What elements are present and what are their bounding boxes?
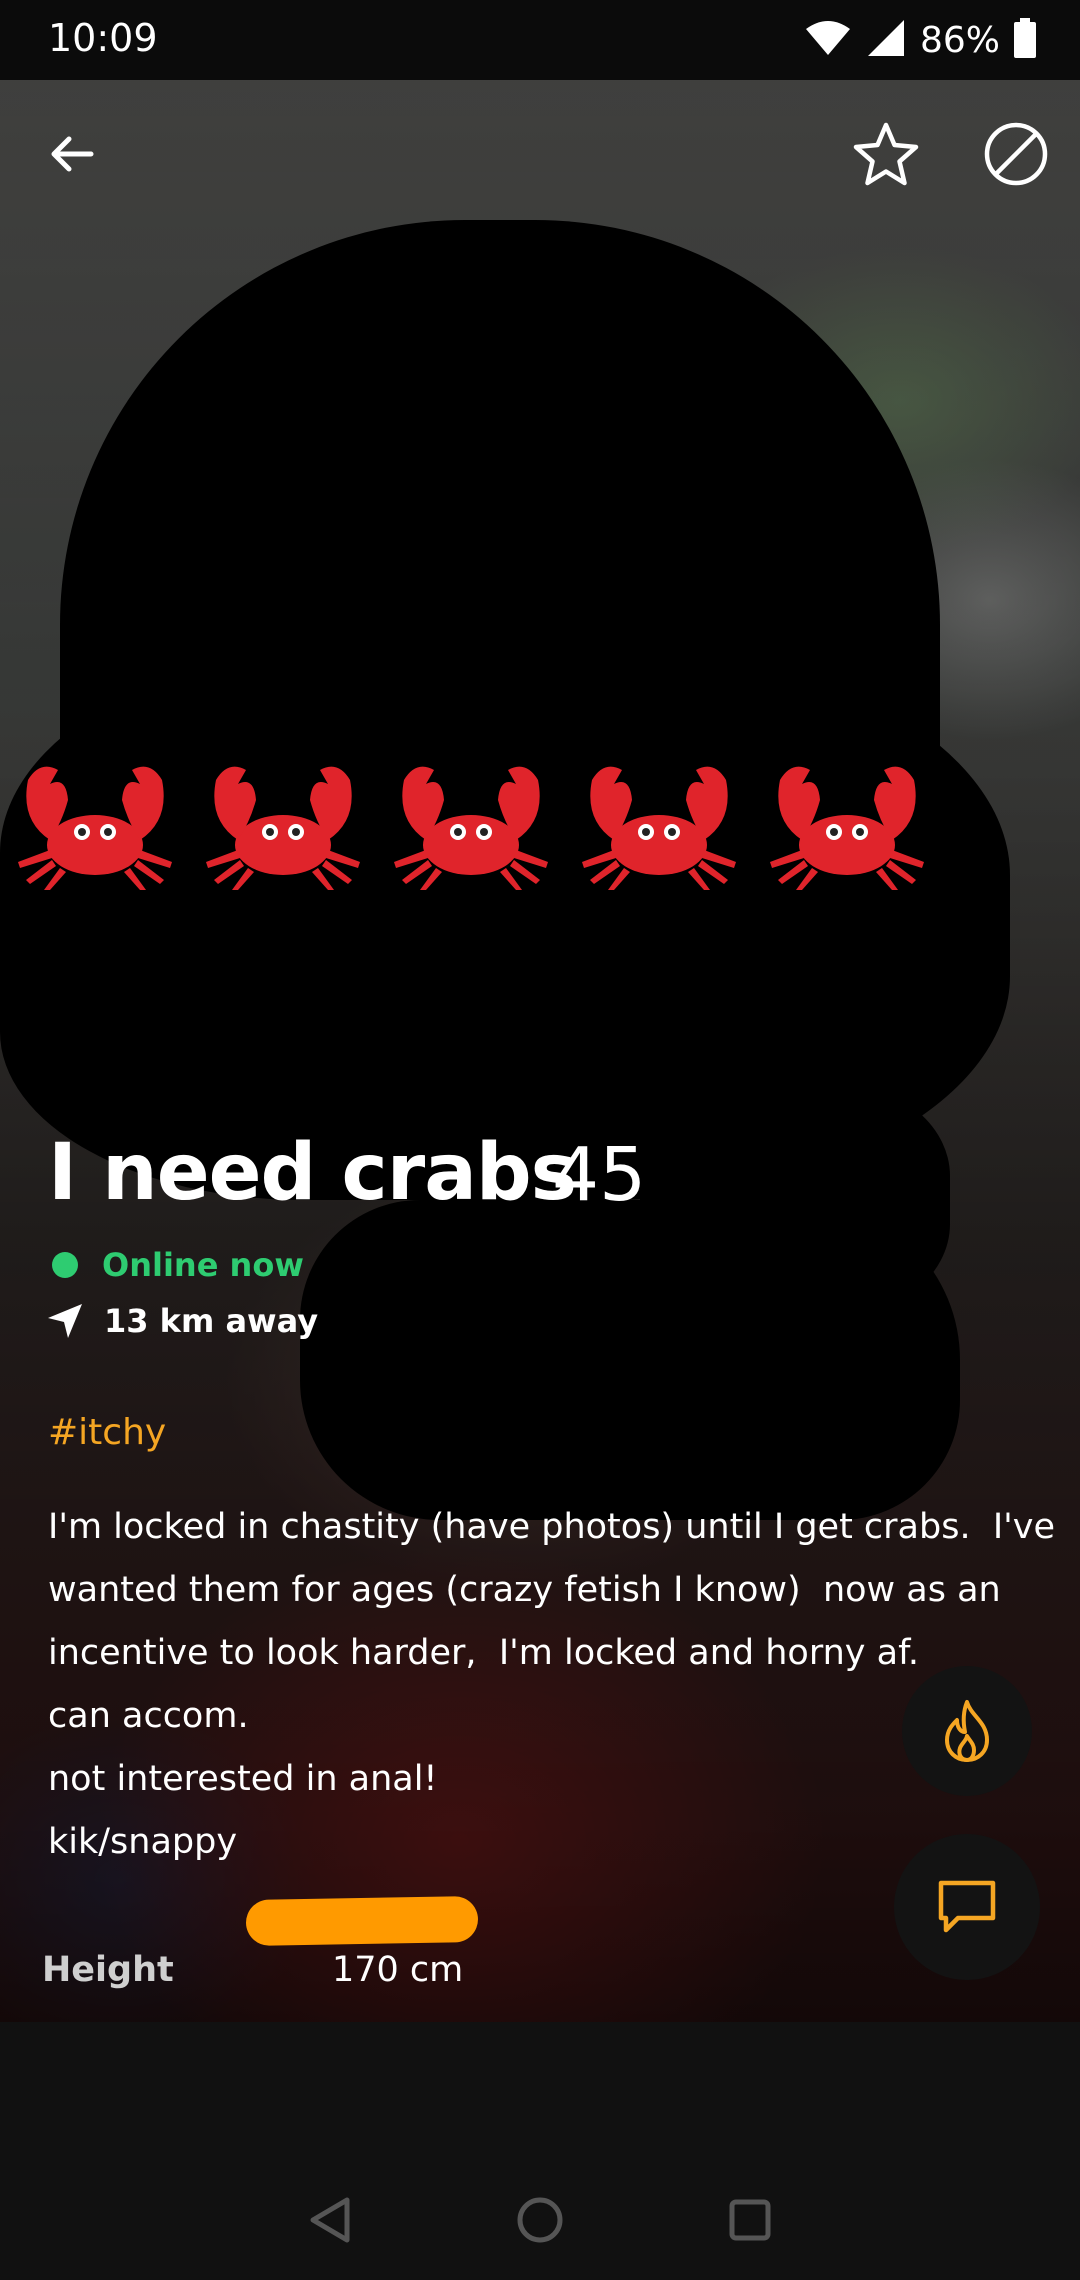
location-arrow-icon: [48, 1304, 82, 1338]
battery-percent: 86%: [919, 19, 1000, 61]
profile-tag[interactable]: #itchy: [48, 1412, 166, 1453]
bio-line: kik/snappy: [48, 1822, 238, 1862]
system-nav-bar: [0, 2160, 1080, 2280]
chat-button[interactable]: [894, 1834, 1040, 1980]
back-triangle-icon: [310, 2197, 350, 2243]
online-dot-icon: [52, 1252, 78, 1278]
bio-line: I'm locked in chastity (have photos) unt…: [48, 1507, 1056, 1547]
height-label: Height: [42, 1950, 174, 1990]
orange-redaction-scribble: [245, 1895, 479, 1947]
crab-emoji-icon: [394, 766, 548, 890]
status-time: 10:09: [48, 16, 158, 60]
height-value: 170 cm: [332, 1950, 464, 1990]
system-recents-button[interactable]: [720, 2190, 780, 2250]
crab-emoji-row: [10, 750, 932, 890]
home-circle-icon: [517, 2197, 563, 2243]
height-stat: Height 170 cm: [42, 1950, 463, 1990]
system-back-button[interactable]: [300, 2190, 360, 2250]
online-status-text: Online now: [102, 1246, 304, 1284]
wifi-icon: [804, 19, 852, 61]
back-arrow-icon: [51, 136, 94, 172]
block-icon: [984, 122, 1048, 186]
crab-emoji-icon: [18, 766, 172, 890]
bio: I'm locked in chastity (have photos) unt…: [48, 1496, 1056, 1874]
age: 45: [552, 1132, 647, 1218]
cell-signal-icon: [866, 18, 906, 62]
crab-emoji-icon: [206, 766, 360, 890]
bio-line: incentive to look harder, I'm locked and…: [48, 1633, 919, 1673]
favorite-button[interactable]: [850, 118, 922, 190]
back-button[interactable]: [36, 118, 108, 190]
block-button[interactable]: [980, 118, 1052, 190]
bio-line: wanted them for ages (crazy fetish I kno…: [48, 1570, 1001, 1610]
crab-emoji-icon: [770, 766, 924, 890]
flame-icon: [945, 1700, 989, 1762]
status-bar: 10:09 86%: [0, 0, 1080, 80]
status-icons: 86%: [804, 14, 1036, 66]
chat-icon: [938, 1880, 996, 1933]
recents-square-icon: [729, 2199, 771, 2241]
redaction-blob: [640, 1080, 950, 1320]
tap-button[interactable]: [902, 1666, 1032, 1796]
battery-icon: [1014, 18, 1036, 62]
online-status: Online now: [52, 1246, 304, 1284]
bottom-panel: [0, 2022, 1080, 2160]
distance-text: 13 km away: [104, 1302, 319, 1340]
system-home-button[interactable]: [510, 2190, 570, 2250]
distance: 13 km away: [46, 1302, 318, 1340]
star-icon: [853, 122, 919, 186]
crab-emoji-icon: [582, 766, 736, 890]
display-name: I need crabs: [48, 1128, 577, 1218]
bio-line: not interested in anal!: [48, 1759, 438, 1799]
bio-line: can accom.: [48, 1696, 249, 1736]
